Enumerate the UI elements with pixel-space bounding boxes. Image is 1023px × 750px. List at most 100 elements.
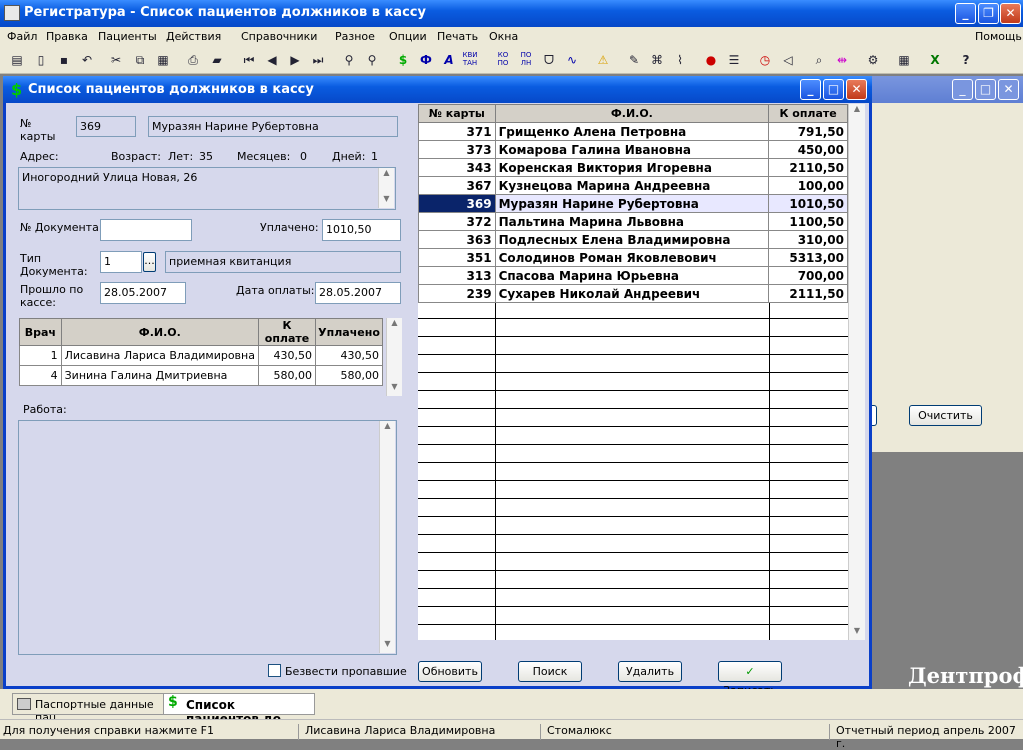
paid-input[interactable]: 1010,50 (322, 219, 401, 241)
print-icon[interactable]: ⎙ (184, 51, 202, 69)
arrows-icon[interactable]: ⇹ (833, 51, 851, 69)
patient-table-scrollbar[interactable]: ▲ ▼ (848, 104, 865, 640)
search-button[interactable]: Поиск (518, 661, 582, 682)
scroll-down-icon[interactable]: ▼ (849, 626, 865, 640)
warning-icon[interactable]: ⚠ (594, 51, 612, 69)
calculator-icon[interactable]: ▦ (895, 51, 913, 69)
table-row[interactable]: 372 Пальтина Марина Львовна 1100,50 (418, 212, 848, 231)
col-doctor[interactable]: Врач (19, 318, 62, 346)
printer-icon[interactable]: ▤ (8, 51, 26, 69)
col-paid[interactable]: Уплачено (315, 318, 383, 346)
first-record-icon[interactable]: ⏮ (240, 51, 258, 69)
binoculars-icon[interactable]: ⚲ (340, 51, 358, 69)
tooth-icon[interactable]: ᗜ (540, 51, 558, 69)
table-row[interactable]: 313 Спасова Марина Юрьевна 700,00 (418, 266, 848, 285)
col-fio[interactable]: Ф.И.О. (494, 104, 770, 123)
menu-windows[interactable]: Окна (489, 30, 518, 43)
win-close-icon[interactable]: ✕ (846, 79, 867, 100)
address-field[interactable]: Иногородний Улица Новая, 26 (18, 167, 396, 210)
table-row[interactable]: 363 Подлесных Елена Владимировна 310,00 (418, 230, 848, 249)
task-passport[interactable]: Паспортные данные пац (12, 693, 164, 724)
work-textarea[interactable] (18, 420, 397, 655)
col-to-pay[interactable]: К оплате (768, 104, 848, 123)
menu-edit[interactable]: Правка (46, 30, 88, 43)
a-icon[interactable]: А (440, 51, 458, 69)
kvitan-icon[interactable]: КВИ ТАН (461, 51, 479, 69)
delete-button[interactable]: Удалить (618, 661, 682, 682)
scroll-up-icon[interactable]: ▲ (387, 318, 402, 332)
dollar-icon[interactable]: $ (394, 51, 412, 69)
work-scrollbar[interactable]: ▲ ▼ (379, 421, 395, 653)
save-icon[interactable]: ▪ (55, 51, 73, 69)
scroll-down-icon[interactable]: ▼ (379, 194, 394, 208)
table-row[interactable]: 351 Солодинов Роман Яковлевович 5313,00 (418, 248, 848, 267)
col-card[interactable]: № карты (418, 104, 496, 123)
minimize-icon[interactable]: _ (955, 3, 976, 24)
bg-maximize-icon[interactable]: □ (975, 79, 996, 100)
apple-icon[interactable]: ● (702, 51, 720, 69)
clear-button[interactable]: Очистить (909, 405, 982, 426)
scroll-up-icon[interactable]: ▲ (380, 421, 395, 435)
scroll-down-icon[interactable]: ▼ (387, 382, 402, 396)
bg-minimize-icon[interactable]: _ (952, 79, 973, 100)
scroll-up-icon[interactable]: ▲ (379, 168, 394, 182)
table-row[interactable]: 373 Комарова Галина Ивановна 450,00 (418, 140, 848, 159)
excel-icon[interactable]: X (926, 51, 944, 69)
pen-icon[interactable]: ✎ (625, 51, 643, 69)
missing-checkbox[interactable] (268, 664, 281, 677)
prev-record-icon[interactable]: ◀ (263, 51, 281, 69)
menu-options[interactable]: Опции (389, 30, 427, 43)
erase-icon[interactable]: ▰ (208, 51, 226, 69)
doc-type-browse-button[interactable]: ... (143, 252, 156, 272)
chart-icon[interactable]: ⌇ (671, 51, 689, 69)
cut-icon[interactable]: ✂ (107, 51, 125, 69)
f-icon[interactable]: Ф (417, 51, 435, 69)
pay-date-input[interactable]: 28.05.2007 (315, 282, 401, 304)
clock-icon[interactable]: ◷ (756, 51, 774, 69)
megaphone-icon[interactable]: ◁ (779, 51, 797, 69)
doc-type-code-input[interactable]: 1 (100, 251, 142, 273)
help-icon[interactable]: ? (957, 51, 975, 69)
copy-icon[interactable]: ⧉ (131, 51, 149, 69)
next-record-icon[interactable]: ▶ (286, 51, 304, 69)
bg-close-icon[interactable]: ✕ (998, 79, 1019, 100)
menu-references[interactable]: Справочники (241, 30, 317, 43)
menu-actions[interactable]: Действия (166, 30, 221, 43)
tag-icon[interactable]: ⌘ (648, 51, 666, 69)
col-due[interactable]: К оплате (257, 318, 317, 346)
save-button[interactable]: ✓ Записать (718, 661, 782, 697)
doc-number-input[interactable] (100, 219, 192, 241)
list-icon[interactable]: ☰ (725, 51, 743, 69)
doctor-table-scrollbar[interactable]: ▲ ▼ (386, 318, 402, 396)
task-debtors[interactable]: Список пациентов до. (163, 693, 315, 726)
passed-date-input[interactable]: 28.05.2007 (100, 282, 186, 304)
table-row[interactable]: 343 Коренская Виктория Игоревна 2110,50 (418, 158, 848, 177)
refresh-button[interactable]: Обновить (418, 661, 482, 682)
paste-icon[interactable]: ▦ (154, 51, 172, 69)
win-maximize-icon[interactable]: □ (823, 79, 844, 100)
scroll-up-icon[interactable]: ▲ (849, 104, 865, 118)
table-row[interactable]: 367 Кузнецова Марина Андреевна 100,00 (418, 176, 848, 195)
menu-file[interactable]: Файл (7, 30, 37, 43)
chart-line-icon[interactable]: ∿ (563, 51, 581, 69)
menu-print[interactable]: Печать (437, 30, 478, 43)
close-icon[interactable]: ✕ (1000, 3, 1021, 24)
menu-help[interactable]: Помощь (975, 30, 1022, 43)
win-minimize-icon[interactable]: _ (800, 79, 821, 100)
popn-icon[interactable]: ПО ЛН (517, 51, 535, 69)
zoom-icon[interactable]: ⌕ (810, 51, 828, 69)
table-row[interactable]: 239 Сухарев Николай Андреевич 2111,50 (418, 284, 848, 303)
table-row[interactable]: 371 Грищенко Алена Петровна 791,50 (418, 122, 848, 141)
table-row[interactable]: 369 Муразян Нарине Рубертовна 1010,50 (418, 194, 848, 213)
undo-icon[interactable]: ↶ (78, 51, 96, 69)
scroll-down-icon[interactable]: ▼ (380, 639, 395, 653)
menu-misc[interactable]: Разное (335, 30, 375, 43)
restore-icon[interactable]: ❐ (978, 3, 999, 24)
binoculars-filter-icon[interactable]: ⚲ (363, 51, 381, 69)
table-row[interactable]: 4 Зинина Галина Дмитриевна 580,00 580,00 (19, 365, 383, 386)
address-scrollbar[interactable]: ▲ ▼ (378, 168, 394, 208)
table-row[interactable]: 1 Лисавина Лариса Владимировна 430,50 43… (19, 345, 383, 366)
col-name[interactable]: Ф.И.О. (60, 318, 259, 346)
new-document-icon[interactable]: ▯ (32, 51, 50, 69)
menu-patients[interactable]: Пациенты (98, 30, 157, 43)
